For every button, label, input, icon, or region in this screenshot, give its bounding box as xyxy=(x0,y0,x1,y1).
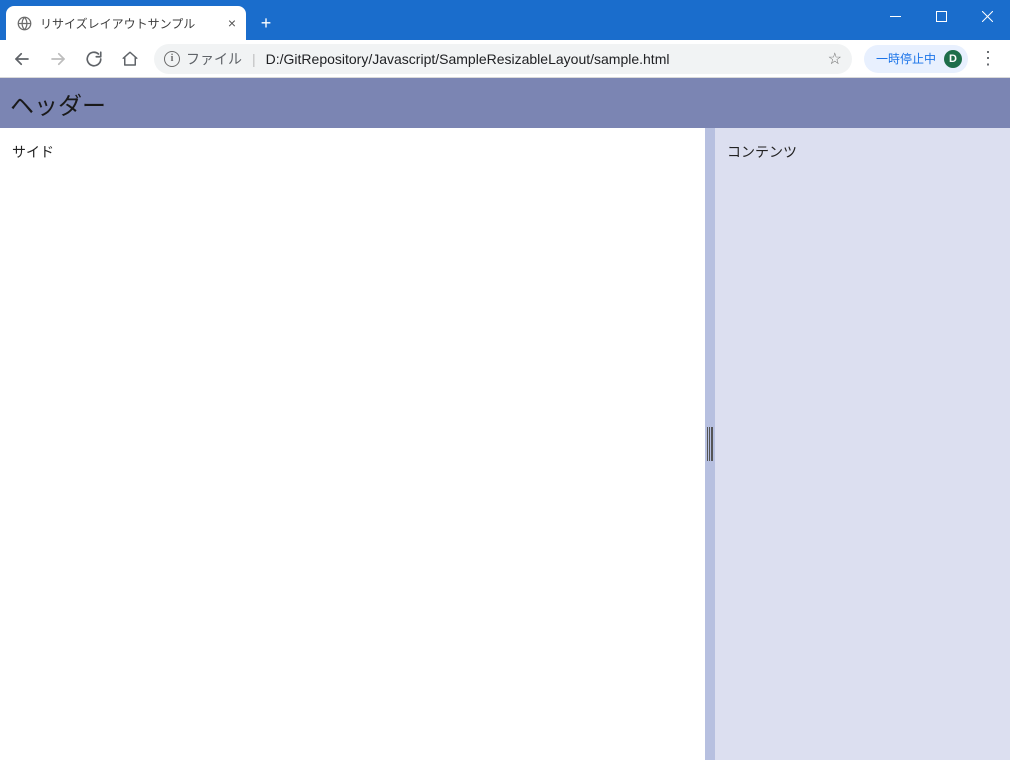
profile-avatar[interactable]: D xyxy=(944,50,962,68)
content-panel-text: コンテンツ xyxy=(727,144,797,160)
address-bar[interactable]: i ファイル | D:/GitRepository/Javascript/Sam… xyxy=(154,44,852,74)
tab-title: リサイズレイアウトサンプル xyxy=(40,15,220,32)
resize-splitter[interactable] xyxy=(705,128,715,760)
close-window-button[interactable] xyxy=(964,0,1010,32)
sync-paused-pill[interactable]: 一時停止中 D xyxy=(864,45,968,73)
back-button[interactable] xyxy=(6,43,38,75)
window-titlebar: リサイズレイアウトサンプル × + xyxy=(0,0,1010,40)
tab-strip: リサイズレイアウトサンプル × + xyxy=(0,0,872,40)
url-scheme-label: ファイル xyxy=(186,49,242,69)
window-controls xyxy=(872,0,1010,32)
minimize-button[interactable] xyxy=(872,0,918,32)
globe-icon xyxy=(16,15,32,31)
page-header-text: ヘッダー xyxy=(10,93,106,120)
close-tab-icon[interactable]: × xyxy=(228,16,236,30)
page-body: サイド コンテンツ xyxy=(0,128,1010,760)
bookmark-star-icon[interactable]: ☆ xyxy=(828,49,842,69)
new-tab-button[interactable]: + xyxy=(252,9,280,37)
splitter-grip-icon xyxy=(707,427,713,461)
sync-paused-label: 一時停止中 xyxy=(876,50,936,67)
content-panel: コンテンツ xyxy=(715,128,1010,760)
browser-toolbar: i ファイル | D:/GitRepository/Javascript/Sam… xyxy=(0,40,1010,78)
side-panel: サイド xyxy=(0,128,705,760)
maximize-button[interactable] xyxy=(918,0,964,32)
divider: | xyxy=(252,51,256,67)
page-viewport: ヘッダー サイド コンテンツ xyxy=(0,78,1010,760)
reload-button[interactable] xyxy=(78,43,110,75)
forward-button[interactable] xyxy=(42,43,74,75)
browser-menu-button[interactable]: ⋮ xyxy=(972,43,1004,75)
side-panel-text: サイド xyxy=(12,144,54,160)
home-button[interactable] xyxy=(114,43,146,75)
site-info-icon[interactable]: i xyxy=(164,51,180,67)
url-text: D:/GitRepository/Javascript/SampleResiza… xyxy=(266,51,818,67)
browser-tab[interactable]: リサイズレイアウトサンプル × xyxy=(6,6,246,40)
page-header: ヘッダー xyxy=(0,78,1010,128)
